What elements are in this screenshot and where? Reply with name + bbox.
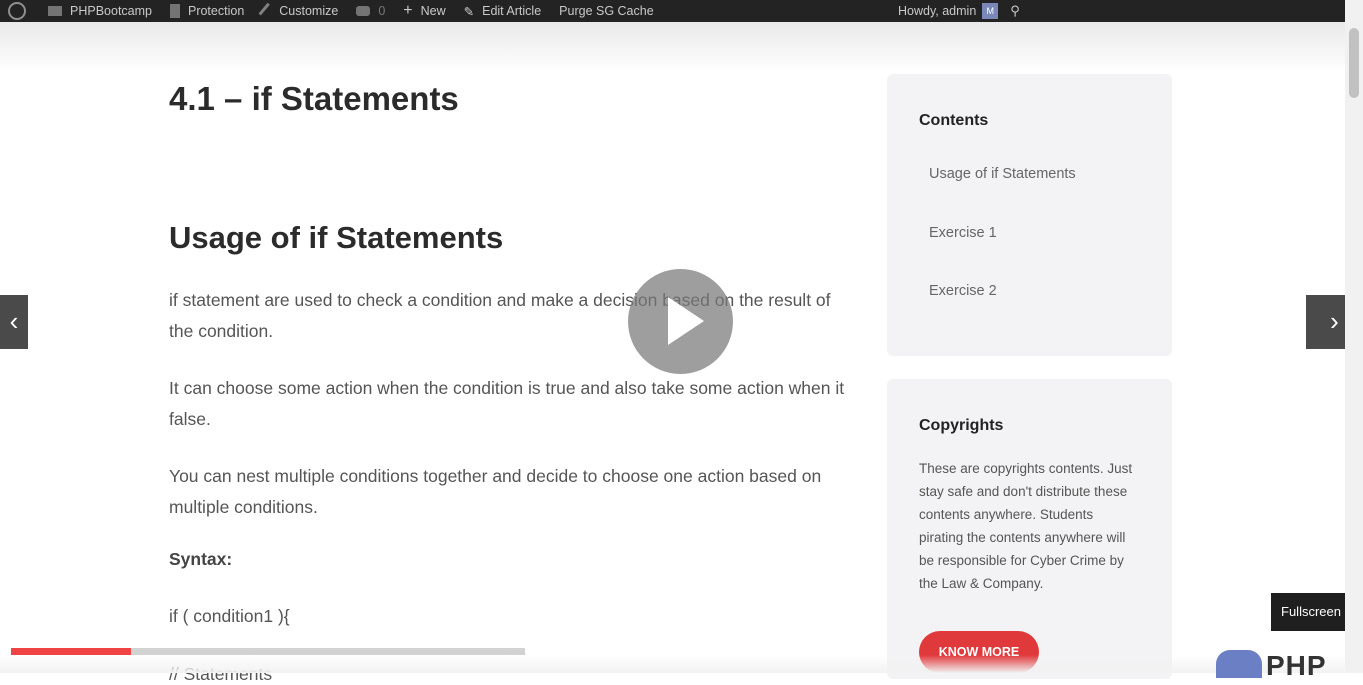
play-button[interactable]: [628, 269, 733, 374]
video-progress-bar[interactable]: [11, 648, 525, 655]
wp-admin-bar: PHPBootcamp Protection Customize 0 + New…: [0, 0, 1345, 22]
home-icon: [48, 6, 62, 16]
comments-count: 0: [378, 4, 386, 18]
pencil-icon: ✎: [463, 4, 475, 19]
protection-label: Protection: [187, 4, 245, 18]
section-heading: Usage of if Statements: [169, 220, 504, 255]
toc-item-exercise-1[interactable]: Exercise 1: [929, 225, 997, 241]
copyrights-card: Copyrights These are copyrights contents…: [887, 379, 1172, 679]
customize-link[interactable]: Customize: [258, 2, 339, 20]
lock-icon: [169, 4, 180, 18]
new-link[interactable]: + New: [403, 2, 445, 20]
wordpress-logo-icon[interactable]: [8, 2, 26, 20]
logo-badge-icon: [1216, 650, 1262, 678]
plus-icon: +: [403, 2, 413, 19]
page-title: 4.1 – if Statements: [169, 80, 459, 117]
footer-fade: [0, 655, 1345, 673]
code-line-1: if ( condition1 ){: [169, 606, 290, 626]
brush-icon: [258, 2, 275, 20]
purge-cache-label: Purge SG Cache: [559, 4, 654, 18]
protection-link[interactable]: Protection: [169, 4, 245, 18]
toc-item-exercise-2[interactable]: Exercise 2: [929, 283, 997, 299]
edit-article-label: Edit Article: [482, 4, 542, 18]
search-icon[interactable]: ⚲: [1010, 3, 1020, 19]
greeting-label: Howdy, admin: [898, 4, 977, 18]
copyrights-title: Copyrights: [919, 417, 1004, 434]
fullscreen-button[interactable]: Fullscreen: [1271, 593, 1351, 631]
paragraph-2: It can choose some action when the condi…: [169, 378, 845, 429]
contents-card: Contents Usage of if Statements Exercise…: [887, 74, 1172, 356]
copyrights-text: These are copyrights contents. Just stay…: [919, 461, 1133, 591]
avatar[interactable]: M: [982, 3, 999, 19]
comments-link[interactable]: 0: [356, 4, 385, 18]
page-scrollbar[interactable]: [1345, 0, 1363, 673]
comment-icon: [356, 6, 371, 16]
contents-title: Contents: [919, 112, 989, 129]
customize-label: Customize: [279, 4, 339, 18]
phpbootcamp-logo: PHP: [1216, 650, 1327, 682]
new-label: New: [420, 4, 446, 18]
previous-slide-button[interactable]: ‹: [0, 295, 28, 349]
paragraph-1: if statement are used to check a conditi…: [169, 290, 831, 341]
paragraph-3: You can nest multiple conditions togethe…: [169, 466, 822, 517]
toc-item-usage[interactable]: Usage of if Statements: [929, 166, 1076, 182]
edit-article-link[interactable]: ✎ Edit Article: [464, 4, 542, 19]
chevron-left-icon: ‹: [9, 306, 19, 336]
header-fade: [0, 22, 1345, 72]
scrollbar-thumb[interactable]: [1349, 28, 1359, 98]
account-area[interactable]: Howdy, admin M ⚲: [898, 0, 1020, 22]
site-name-label: PHPBootcamp: [70, 4, 152, 18]
logo-text: PHP: [1266, 650, 1327, 681]
purge-cache-link[interactable]: Purge SG Cache: [559, 4, 654, 18]
syntax-label: Syntax:: [169, 549, 233, 569]
chevron-right-icon: ›: [1330, 306, 1339, 336]
video-progress-fill: [11, 648, 131, 655]
site-name-link[interactable]: PHPBootcamp: [48, 4, 152, 18]
